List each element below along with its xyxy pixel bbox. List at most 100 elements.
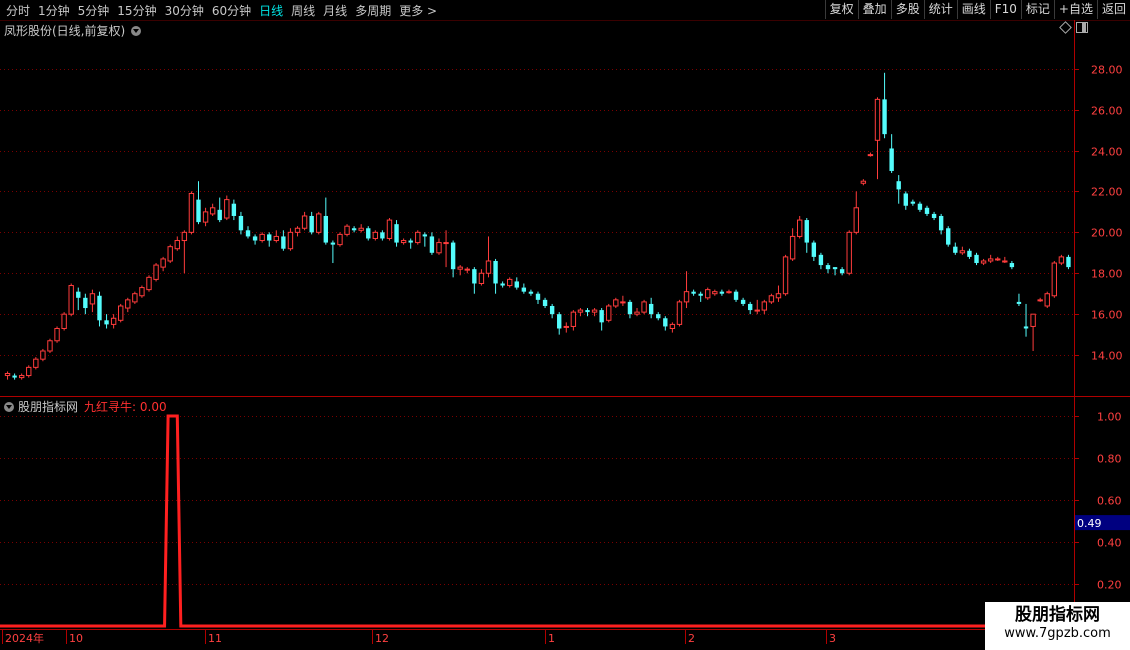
candle-down bbox=[281, 236, 286, 249]
candle-down bbox=[521, 287, 527, 292]
candle-down bbox=[217, 209, 222, 221]
candle-up bbox=[1030, 313, 1036, 327]
candle-up bbox=[259, 233, 265, 242]
candle-up bbox=[386, 219, 393, 239]
candle-down bbox=[408, 240, 413, 243]
candle-down bbox=[252, 236, 258, 241]
candle-down bbox=[627, 301, 633, 315]
candle-up bbox=[1044, 293, 1050, 307]
candle-up bbox=[995, 258, 1001, 261]
candle-down bbox=[528, 291, 534, 294]
candle-down bbox=[267, 234, 272, 241]
candle-up bbox=[768, 295, 775, 303]
candle-down bbox=[889, 148, 894, 171]
candle-up bbox=[40, 350, 46, 360]
candle-up bbox=[174, 240, 180, 250]
candle-down bbox=[542, 299, 548, 306]
candle-up bbox=[860, 180, 867, 184]
candle-up bbox=[577, 309, 584, 313]
kline-chart[interactable]: 28.0026.0024.0022.0020.0018.0016.0014.00… bbox=[0, 0, 1130, 650]
price-tick-label: 22.00 bbox=[1091, 186, 1123, 199]
candle-up bbox=[415, 231, 421, 244]
candle-down bbox=[351, 228, 357, 231]
candle-down bbox=[804, 220, 809, 243]
candle-down bbox=[500, 283, 505, 286]
time-label: 1 bbox=[548, 632, 555, 645]
indicator-tick-label: 0.40 bbox=[1097, 537, 1122, 550]
time-label: 2 bbox=[688, 632, 695, 645]
candle-up bbox=[18, 375, 25, 379]
indicator-label: 九红寻牛: 0.00 bbox=[84, 398, 167, 415]
candle-up bbox=[775, 293, 782, 299]
candle-down bbox=[938, 215, 944, 231]
candle-up bbox=[273, 235, 279, 242]
candle-up bbox=[705, 289, 711, 299]
candle-up bbox=[118, 305, 124, 321]
candle-up bbox=[110, 317, 117, 325]
candle-up bbox=[613, 299, 619, 307]
candle-down bbox=[557, 314, 562, 329]
candle-up bbox=[641, 301, 647, 313]
candle-down bbox=[231, 203, 237, 216]
candle-up bbox=[54, 327, 60, 342]
indicator-label-text: 九红寻牛: bbox=[84, 400, 137, 414]
candle-up bbox=[47, 340, 53, 352]
candle-up bbox=[4, 372, 11, 377]
candle-up bbox=[202, 211, 209, 223]
indicator-tick-label: 0.80 bbox=[1097, 453, 1122, 466]
candle-down bbox=[903, 193, 908, 206]
indicator-value: 0.00 bbox=[139, 400, 167, 414]
candle-up bbox=[563, 325, 569, 328]
candle-up bbox=[337, 233, 343, 246]
candle-up bbox=[669, 323, 676, 329]
time-label: 12 bbox=[375, 632, 389, 645]
candle-down bbox=[97, 295, 102, 321]
candle-up bbox=[683, 291, 690, 303]
candle-up bbox=[132, 293, 138, 303]
candle-down bbox=[535, 293, 541, 300]
candle-up bbox=[33, 358, 39, 368]
candle-down bbox=[238, 215, 244, 231]
candle-down bbox=[974, 254, 979, 264]
candle-up bbox=[443, 242, 449, 245]
candle-up bbox=[754, 309, 760, 312]
candle-down bbox=[1066, 256, 1071, 268]
candle-down bbox=[472, 269, 477, 284]
candle-down bbox=[818, 254, 824, 266]
signal-line bbox=[0, 414, 985, 628]
candle-down bbox=[366, 228, 371, 239]
candle-up bbox=[344, 225, 350, 235]
candle-down bbox=[429, 236, 435, 253]
candle-up bbox=[676, 301, 683, 325]
candle-up bbox=[294, 227, 301, 233]
price-tick-label: 14.00 bbox=[1091, 350, 1123, 363]
candle-up bbox=[980, 260, 987, 264]
price-tick-label: 24.00 bbox=[1091, 146, 1123, 159]
candle-up bbox=[478, 272, 485, 284]
candle-up bbox=[853, 207, 859, 233]
candle-up bbox=[358, 227, 364, 231]
candle-up bbox=[789, 235, 796, 260]
candle-down bbox=[839, 269, 845, 274]
candle-up bbox=[146, 276, 152, 291]
candle-down bbox=[585, 310, 590, 313]
candle-down bbox=[698, 293, 703, 296]
candle-up bbox=[188, 192, 195, 233]
candle-up bbox=[797, 219, 803, 237]
candle-up bbox=[287, 231, 294, 250]
candle-up bbox=[1058, 256, 1065, 264]
candle-down bbox=[245, 230, 251, 237]
candle-down bbox=[656, 314, 661, 319]
candle-down bbox=[196, 199, 201, 223]
candle-down bbox=[811, 242, 817, 257]
candle-down bbox=[380, 232, 385, 239]
candle-up bbox=[160, 258, 166, 268]
price-tick-label: 20.00 bbox=[1091, 227, 1123, 240]
candle-down bbox=[691, 291, 696, 294]
indicator-dropdown-icon[interactable] bbox=[4, 401, 14, 412]
candle-down bbox=[832, 267, 838, 270]
candle-up bbox=[209, 207, 216, 215]
candle-down bbox=[422, 234, 428, 237]
candle-up bbox=[591, 309, 598, 313]
candle-down bbox=[83, 297, 88, 309]
